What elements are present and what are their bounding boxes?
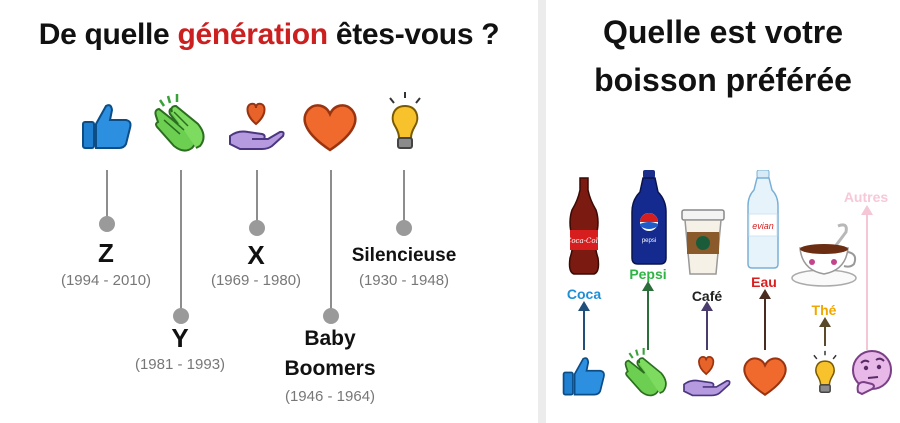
generation-years-z: (1994 - 2010) <box>60 272 152 289</box>
evian-logo: evian <box>752 221 774 231</box>
drink-label-pepsi: Pepsi <box>629 266 667 282</box>
timeline-line-silent <box>403 170 405 226</box>
drink-panel: Quelle est votre boisson préférée Coca-C… <box>546 0 900 423</box>
drink-label-coca: Coca <box>566 286 602 302</box>
generation-label-boomers: Baby Boomers <box>264 324 396 384</box>
timeline-line-y <box>180 170 182 314</box>
timeline-dot-boomers <box>323 308 339 324</box>
coca-cola-logo: Coca-Cola <box>566 237 602 245</box>
generation-title: De quelle génération êtes-vous ? <box>38 18 500 51</box>
drink-label-eau: Eau <box>751 274 777 290</box>
heart-in-hand-icon <box>228 98 286 152</box>
arrow-cafe <box>701 301 713 350</box>
timeline-dot-silent <box>396 220 412 236</box>
thumbs-up-icon <box>80 98 134 152</box>
heart-icon <box>740 354 790 398</box>
generation-years-y: (1981 - 1993) <box>134 356 226 373</box>
generation-label-silent: Silencieuse <box>351 245 457 266</box>
thumbs-up-icon <box>560 352 608 398</box>
timeline-line-z <box>106 170 108 222</box>
drink-label-the: Thé <box>811 302 837 318</box>
generation-years-silent: (1930 - 1948) <box>358 272 450 289</box>
light-bulb-icon <box>382 90 428 154</box>
arrow-autres <box>861 205 873 350</box>
heart-in-hand-icon <box>682 352 732 398</box>
drink-title-line2: boisson préférée <box>594 62 852 98</box>
generation-label-z: Z <box>98 238 114 268</box>
heart-icon <box>300 100 360 154</box>
timeline-dot-y <box>173 308 189 324</box>
timeline-line-x <box>256 170 258 226</box>
tea-cup-image <box>790 222 860 288</box>
drink-label-autres: Autres <box>843 189 889 205</box>
generation-panel: De quelle génération êtes-vous ? Z (1994… <box>0 0 538 423</box>
pepsi-logo: pepsi <box>642 238 656 244</box>
arrow-the <box>819 317 831 346</box>
evian-bottle-image: evian <box>746 169 780 270</box>
drink-title-line1: Quelle est votre <box>602 14 844 50</box>
coffee-cup-image <box>678 206 728 276</box>
arrow-eau <box>759 289 771 350</box>
clapping-hands-icon <box>150 94 212 156</box>
generation-label-x: X <box>247 240 265 270</box>
arrow-coca <box>578 301 590 350</box>
coca-cola-bottle-image: Coca-Cola <box>564 176 604 276</box>
clapping-hands-icon <box>620 348 674 400</box>
timeline-line-boomers <box>330 170 332 314</box>
timeline-dot-x <box>249 220 265 236</box>
generation-years-boomers: (1946 - 1964) <box>284 388 376 405</box>
arrow-pepsi <box>642 281 654 350</box>
thinking-face-icon <box>848 348 896 396</box>
generation-years-x: (1969 - 1980) <box>210 272 302 289</box>
generation-label-boomers-line1: Baby <box>304 327 356 350</box>
timeline-dot-z <box>99 216 115 232</box>
generation-label-y: Y <box>171 323 189 353</box>
generation-label-boomers-line2: Boomers <box>284 357 376 380</box>
pepsi-bottle-image: pepsi <box>628 170 670 266</box>
light-bulb-icon <box>808 348 842 398</box>
